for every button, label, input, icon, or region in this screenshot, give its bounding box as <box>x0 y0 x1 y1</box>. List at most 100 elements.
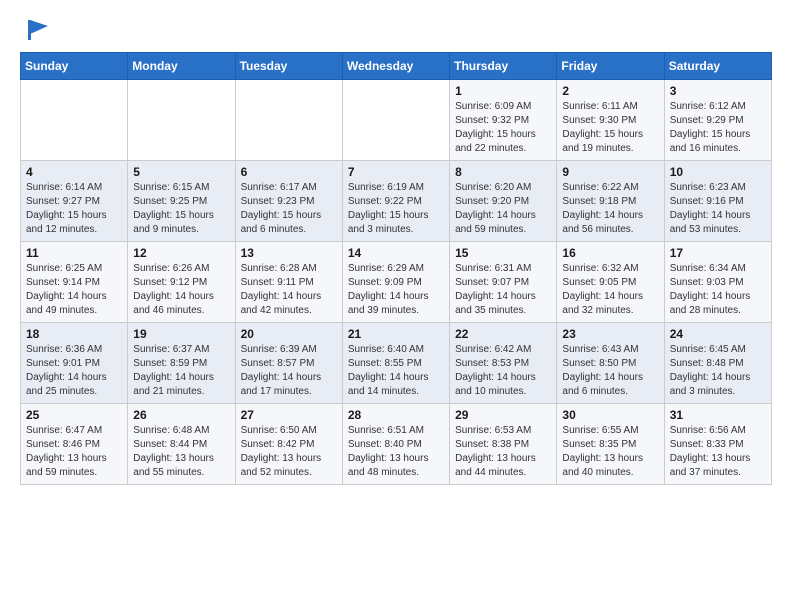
day-info-line: and 12 minutes. <box>26 223 122 237</box>
day-info-line: Sunrise: 6:48 AM <box>133 424 229 438</box>
day-info-line: Sunrise: 6:11 AM <box>562 100 658 114</box>
calendar-cell: 17Sunrise: 6:34 AMSunset: 9:03 PMDayligh… <box>664 242 771 323</box>
day-info-line: Sunset: 8:48 PM <box>670 357 766 371</box>
day-info-line: Daylight: 14 hours <box>562 209 658 223</box>
day-info-line: Sunset: 8:57 PM <box>241 357 337 371</box>
day-info-line: Sunset: 9:03 PM <box>670 276 766 290</box>
day-info-line: Sunset: 8:50 PM <box>562 357 658 371</box>
day-number: 14 <box>348 246 444 260</box>
day-number: 9 <box>562 165 658 179</box>
day-info-line: and 56 minutes. <box>562 223 658 237</box>
weekday-header-tuesday: Tuesday <box>235 53 342 80</box>
day-info-line: and 32 minutes. <box>562 304 658 318</box>
day-info-line: Daylight: 13 hours <box>455 452 551 466</box>
calendar-cell: 27Sunrise: 6:50 AMSunset: 8:42 PMDayligh… <box>235 404 342 485</box>
calendar-cell: 20Sunrise: 6:39 AMSunset: 8:57 PMDayligh… <box>235 323 342 404</box>
weekday-header-friday: Friday <box>557 53 664 80</box>
day-info-line: and 28 minutes. <box>670 304 766 318</box>
day-number: 28 <box>348 408 444 422</box>
day-info-line: Daylight: 14 hours <box>562 371 658 385</box>
calendar-cell: 19Sunrise: 6:37 AMSunset: 8:59 PMDayligh… <box>128 323 235 404</box>
day-info-line: Daylight: 14 hours <box>26 290 122 304</box>
day-info-line: Sunset: 9:30 PM <box>562 114 658 128</box>
day-info-line: Sunrise: 6:17 AM <box>241 181 337 195</box>
day-info-line: Daylight: 15 hours <box>133 209 229 223</box>
day-info-line: Sunset: 8:33 PM <box>670 438 766 452</box>
day-number: 22 <box>455 327 551 341</box>
calendar-cell: 18Sunrise: 6:36 AMSunset: 9:01 PMDayligh… <box>21 323 128 404</box>
day-info-line: Daylight: 13 hours <box>241 452 337 466</box>
day-info-line: Sunset: 9:14 PM <box>26 276 122 290</box>
calendar-cell: 6 Sunrise: 6:17 AMSunset: 9:23 PMDaylight… <box>235 161 342 242</box>
calendar-cell <box>128 80 235 161</box>
calendar-cell: 1Sunrise: 6:09 AMSunset: 9:32 PMDaylight… <box>450 80 557 161</box>
day-info-line: Daylight: 14 hours <box>348 290 444 304</box>
day-info-line: Sunset: 9:23 PM <box>241 195 337 209</box>
day-info-line: Sunset: 8:46 PM <box>26 438 122 452</box>
day-info-line: and 52 minutes. <box>241 466 337 480</box>
weekday-header-monday: Monday <box>128 53 235 80</box>
day-number: 2 <box>562 84 658 98</box>
day-info-line: Sunrise: 6:23 AM <box>670 181 766 195</box>
day-info-line: Daylight: 14 hours <box>455 371 551 385</box>
calendar-cell <box>342 80 449 161</box>
calendar-cell: 9Sunrise: 6:22 AMSunset: 9:18 PMDaylight… <box>557 161 664 242</box>
day-info-line: Daylight: 14 hours <box>133 371 229 385</box>
day-number: 24 <box>670 327 766 341</box>
weekday-header-row: SundayMondayTuesdayWednesdayThursdayFrid… <box>21 53 772 80</box>
day-info-line: Daylight: 14 hours <box>562 290 658 304</box>
day-number: 20 <box>241 327 337 341</box>
day-info-line: Sunset: 9:09 PM <box>348 276 444 290</box>
day-info-line: Sunrise: 6:19 AM <box>348 181 444 195</box>
day-number: 7 <box>348 165 444 179</box>
day-info-line: Sunset: 9:12 PM <box>133 276 229 290</box>
week-row-2: 4Sunrise: 6:14 AMSunset: 9:27 PMDaylight… <box>21 161 772 242</box>
day-info-line: and 21 minutes. <box>133 385 229 399</box>
day-info-line: Sunrise: 6:29 AM <box>348 262 444 276</box>
day-info-line: Sunrise: 6:56 AM <box>670 424 766 438</box>
day-info-line: Daylight: 15 hours <box>562 128 658 142</box>
day-info-line: Sunset: 8:55 PM <box>348 357 444 371</box>
day-info-line: and 46 minutes. <box>133 304 229 318</box>
day-info-line: Sunrise: 6:50 AM <box>241 424 337 438</box>
week-row-1: 1Sunrise: 6:09 AMSunset: 9:32 PMDaylight… <box>21 80 772 161</box>
day-info-line: Sunrise: 6:55 AM <box>562 424 658 438</box>
calendar-cell: 16Sunrise: 6:32 AMSunset: 9:05 PMDayligh… <box>557 242 664 323</box>
weekday-header-thursday: Thursday <box>450 53 557 80</box>
day-info-line: and 16 minutes. <box>670 142 766 156</box>
day-info-line: Daylight: 15 hours <box>241 209 337 223</box>
day-info-line: Sunrise: 6:40 AM <box>348 343 444 357</box>
day-info-line: and 40 minutes. <box>562 466 658 480</box>
calendar-cell: 23Sunrise: 6:43 AMSunset: 8:50 PMDayligh… <box>557 323 664 404</box>
day-info-line: Daylight: 13 hours <box>26 452 122 466</box>
day-number: 17 <box>670 246 766 260</box>
calendar-cell <box>21 80 128 161</box>
day-info-line: Sunrise: 6:26 AM <box>133 262 229 276</box>
day-info-line: Daylight: 14 hours <box>455 290 551 304</box>
day-info-line: Sunrise: 6:31 AM <box>455 262 551 276</box>
day-info-line: Sunset: 8:38 PM <box>455 438 551 452</box>
week-row-5: 25Sunrise: 6:47 AMSunset: 8:46 PMDayligh… <box>21 404 772 485</box>
day-info-line: Sunrise: 6:22 AM <box>562 181 658 195</box>
day-number: 29 <box>455 408 551 422</box>
day-info-line: and 55 minutes. <box>133 466 229 480</box>
day-info-line: and 6 minutes. <box>562 385 658 399</box>
calendar-cell: 10Sunrise: 6:23 AMSunset: 9:16 PMDayligh… <box>664 161 771 242</box>
header <box>20 16 772 44</box>
day-number: 4 <box>26 165 122 179</box>
day-info-line: Sunrise: 6:20 AM <box>455 181 551 195</box>
day-info-line: Sunset: 9:22 PM <box>348 195 444 209</box>
day-info-line: and 35 minutes. <box>455 304 551 318</box>
calendar-cell: 14 Sunrise: 6:29 AMSunset: 9:09 PMDayligh… <box>342 242 449 323</box>
day-number: 11 <box>26 246 122 260</box>
day-info-line: Sunrise: 6:43 AM <box>562 343 658 357</box>
day-number: 6 <box>241 165 337 179</box>
day-info-line: and 10 minutes. <box>455 385 551 399</box>
day-info-line: Daylight: 14 hours <box>670 371 766 385</box>
day-number: 30 <box>562 408 658 422</box>
logo <box>20 16 50 44</box>
calendar-cell: 13Sunrise: 6:28 AMSunset: 9:11 PMDayligh… <box>235 242 342 323</box>
day-info-line: Sunrise: 6:12 AM <box>670 100 766 114</box>
day-info-line: Daylight: 15 hours <box>26 209 122 223</box>
day-info-line: Daylight: 15 hours <box>670 128 766 142</box>
